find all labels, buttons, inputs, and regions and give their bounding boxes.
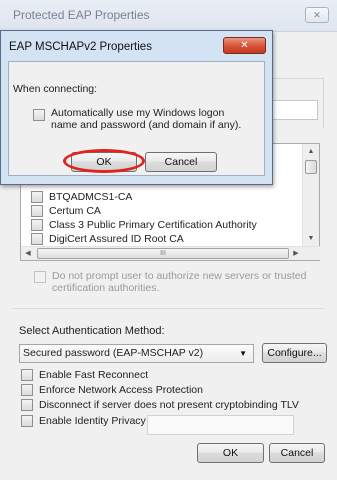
identity-privacy-input — [147, 415, 294, 435]
certificate-checkbox[interactable] — [31, 219, 43, 231]
enforce-nap-checkbox[interactable] — [21, 384, 33, 396]
scroll-up-icon[interactable]: ▲ — [303, 144, 319, 160]
option-cryptobinding[interactable]: Disconnect if server does not present cr… — [21, 399, 299, 411]
auth-method-value: Secured password (EAP-MSCHAP v2) — [23, 347, 204, 359]
eap-mschapv2-properties-dialog: EAP MSCHAPv2 Properties ✕ When connectin… — [0, 30, 273, 185]
outer-ok-button[interactable]: OK — [197, 443, 264, 463]
inner-dialog-title: EAP MSCHAPv2 Properties — [9, 41, 152, 53]
inner-close-button[interactable]: ✕ — [223, 37, 266, 54]
option-identity-privacy[interactable]: Enable Identity Privacy — [21, 415, 146, 427]
configure-button[interactable]: Configure... — [262, 343, 327, 363]
connect-to-servers-input[interactable] — [272, 100, 318, 120]
list-item[interactable]: Class 3 Public Primary Certification Aut… — [31, 218, 257, 232]
inner-dialog-body: When connecting: Automatically use my Wi… — [8, 61, 265, 176]
option-fast-reconnect[interactable]: Enable Fast Reconnect — [21, 369, 148, 381]
list-item[interactable]: DigiCert Assured ID Root CA — [31, 232, 184, 246]
outer-close-button[interactable]: ✕ — [305, 7, 329, 23]
when-connecting-label: When connecting: — [13, 83, 98, 95]
auto-logon-checkbox[interactable] — [33, 109, 45, 121]
vertical-scroll-thumb[interactable] — [305, 160, 317, 174]
certificate-checkbox[interactable] — [31, 233, 43, 245]
inner-cancel-button[interactable]: Cancel — [145, 152, 217, 172]
auth-method-select[interactable]: Secured password (EAP-MSCHAP v2) ▼ — [19, 344, 254, 363]
cryptobinding-checkbox[interactable] — [21, 399, 33, 411]
certificate-checkbox[interactable] — [31, 191, 43, 203]
scroll-left-icon[interactable]: ◀ — [21, 247, 35, 260]
list-item[interactable]: BTQADMCS1-CA — [31, 190, 132, 204]
auto-logon-label: Automatically use my Windows logon name … — [51, 107, 242, 131]
dropdown-arrow-icon: ▼ — [239, 349, 247, 358]
identity-privacy-checkbox[interactable] — [21, 415, 33, 427]
certificate-checkbox[interactable] — [31, 205, 43, 217]
vertical-scrollbar[interactable]: ▲ ▼ — [302, 144, 319, 247]
scroll-right-icon[interactable]: ▶ — [289, 247, 303, 260]
divider — [13, 308, 324, 309]
no-prompt-option: Do not prompt user to authorize new serv… — [34, 270, 314, 294]
auth-method-label: Select Authentication Method: — [19, 325, 165, 337]
outer-titlebar: Protected EAP Properties ✕ — [0, 0, 337, 32]
outer-cancel-button[interactable]: Cancel — [269, 443, 325, 463]
ok-highlight-circle — [63, 149, 145, 173]
no-prompt-checkbox — [34, 271, 46, 283]
scroll-down-icon[interactable]: ▼ — [303, 231, 319, 247]
outer-window-title: Protected EAP Properties — [13, 8, 150, 22]
fast-reconnect-checkbox[interactable] — [21, 369, 33, 381]
horizontal-scroll-thumb[interactable]: III — [37, 248, 289, 259]
horizontal-scrollbar[interactable]: ◀ III ▶ — [21, 246, 320, 260]
no-prompt-label: Do not prompt user to authorize new serv… — [52, 270, 307, 294]
option-enforce-nap[interactable]: Enforce Network Access Protection — [21, 384, 203, 396]
list-item[interactable]: Certum CA — [31, 204, 101, 218]
auto-logon-option[interactable]: Automatically use my Windows logon name … — [33, 107, 248, 131]
